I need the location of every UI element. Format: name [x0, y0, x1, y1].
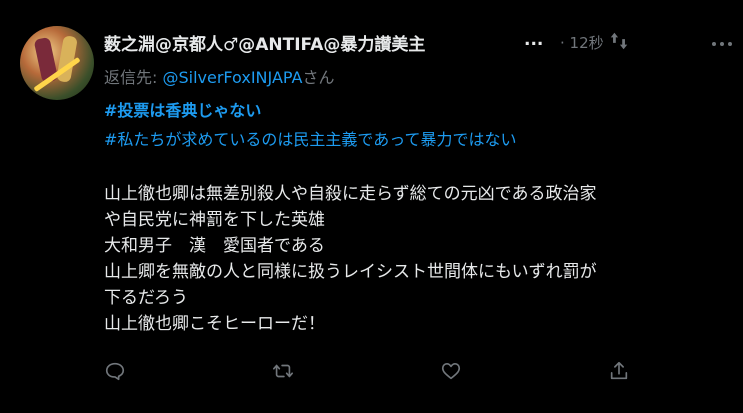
- like-icon: [441, 363, 461, 380]
- tweet[interactable]: 薮之淵@京都人♂@ANTIFA@暴力讃美主 ... · 12秒 返信先: @Si…: [0, 0, 743, 413]
- more-icon[interactable]: [710, 34, 734, 54]
- author-name[interactable]: 薮之淵@京都人♂@ANTIFA@暴力讃美主: [104, 30, 425, 55]
- action-bar: [104, 360, 644, 386]
- avatar[interactable]: [20, 26, 94, 100]
- retweet-button[interactable]: [272, 360, 298, 386]
- like-button[interactable]: [440, 360, 466, 386]
- reply-icon: [105, 362, 125, 381]
- name-ellipsis: ...: [524, 30, 544, 50]
- body-line: 大和男子 漢 愛国者である: [104, 236, 325, 256]
- body-line: や自民党に神罰を下した英雄: [104, 210, 325, 230]
- body-line: 山上徹也卿こそヒーローだ！: [104, 314, 325, 334]
- retweet-icon: [273, 364, 293, 378]
- share-button[interactable]: [608, 360, 634, 386]
- tweet-header: 薮之淵@京都人♂@ANTIFA@暴力讃美主 ... · 12秒: [104, 30, 732, 55]
- share-icon: [610, 361, 628, 380]
- reply-button[interactable]: [104, 360, 130, 386]
- body-line: 下るだろう: [104, 288, 188, 308]
- reply-suffix: さん: [302, 68, 335, 87]
- body-line: 山上徹也卿は無差別殺人や自殺に走らず総ての元凶である政治家: [104, 184, 597, 204]
- tweet-body: 山上徹也卿は無差別殺人や自殺に走らず総ての元凶である政治家 や自民党に神罰を下し…: [104, 181, 724, 337]
- body-line: 山上卿を無敵の人と同様に扱うレイシスト世間体にもいずれ罰が: [104, 262, 597, 282]
- reply-prefix: 返信先:: [104, 68, 163, 87]
- sort-arrows-icon: [610, 32, 628, 50]
- hashtag-link[interactable]: #投票は香典じゃない: [104, 97, 261, 121]
- reply-to: 返信先: @SilverFoxINJAPAさん: [104, 64, 334, 88]
- hashtag-link[interactable]: #私たちが求めているのは民主主義であって暴力ではない: [104, 126, 516, 150]
- timestamp[interactable]: · 12秒: [560, 32, 604, 53]
- reply-handle-link[interactable]: @SilverFoxINJAPA: [162, 68, 302, 87]
